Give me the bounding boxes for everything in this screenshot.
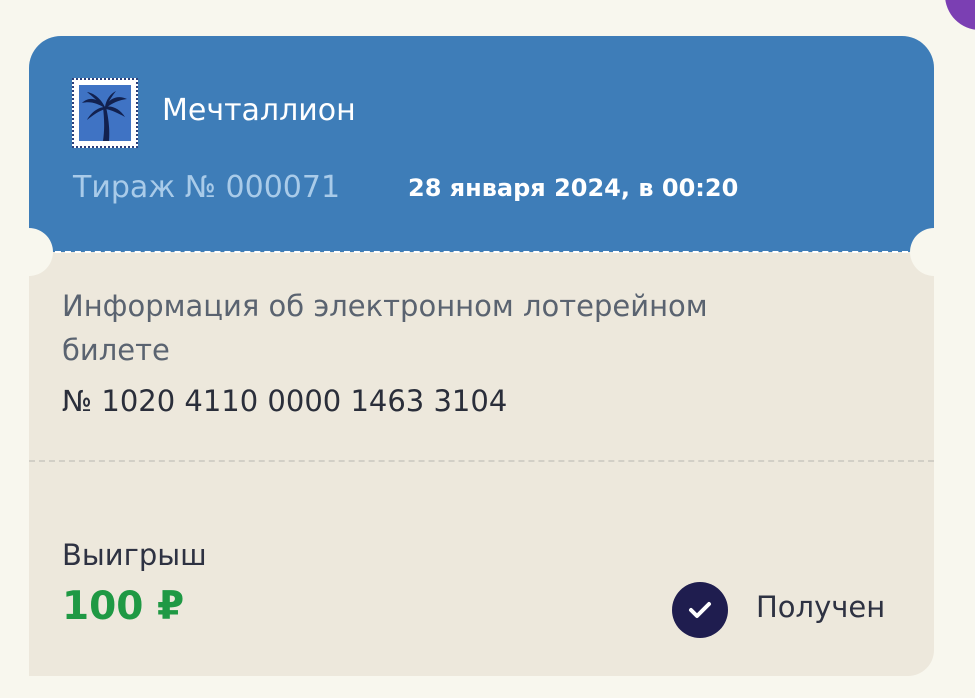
ticket-notch-right xyxy=(910,228,958,276)
check-circle-icon xyxy=(672,582,728,638)
win-label: Выигрыш xyxy=(62,538,207,572)
lottery-name: Мечталлион xyxy=(162,93,356,128)
ticket-number: № 1020 4110 0000 1463 3104 xyxy=(62,384,508,418)
ticket-header: Мечталлион Тираж № 000071 28 января 2024… xyxy=(29,36,934,252)
palm-tree-stamp-icon xyxy=(72,78,138,148)
draw-date: 28 января 2024, в 00:20 xyxy=(408,174,739,202)
ticket-info-title: Информация об электронном лотерейном бил… xyxy=(62,289,708,367)
draw-number: Тираж № 000071 xyxy=(73,170,341,205)
ticket-notch-left xyxy=(5,228,53,276)
lottery-ticket-card[interactable]: Мечталлион Тираж № 000071 28 января 2024… xyxy=(5,36,958,676)
section-divider xyxy=(29,460,934,462)
win-amount: 100 ₽ xyxy=(62,584,185,629)
tear-line xyxy=(55,251,908,253)
status-text: Получен xyxy=(756,590,886,624)
